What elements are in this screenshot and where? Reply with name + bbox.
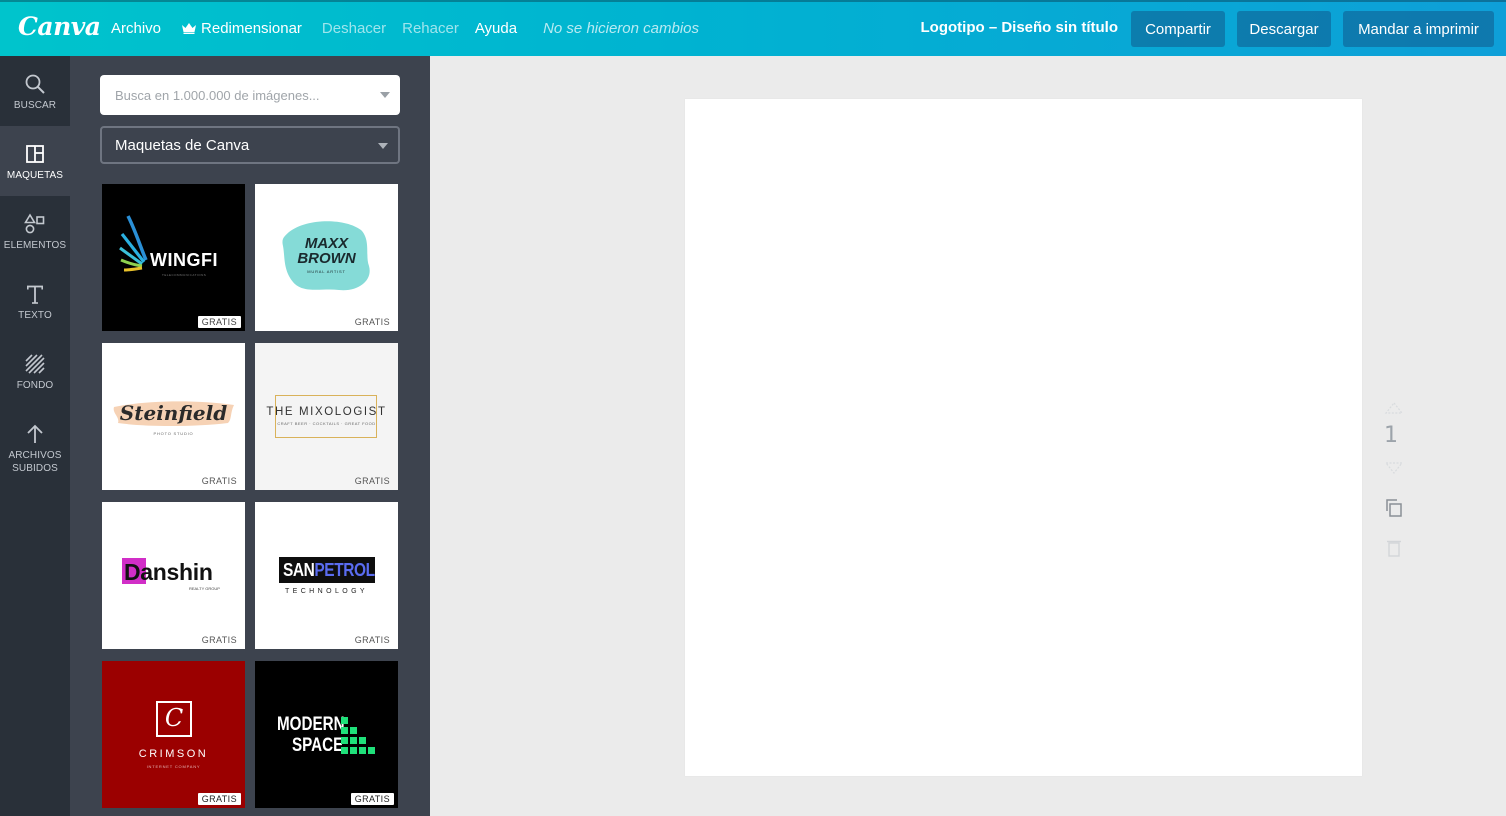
text-icon [26, 285, 44, 304]
image-search-input[interactable] [115, 87, 355, 103]
download-button[interactable]: Descargar [1237, 11, 1331, 47]
template-danshin[interactable]: Danshin REALTY GROUP GRATIS [102, 502, 245, 649]
template-wingfi[interactable]: WINGFI TELECOMMUNICATIONS GRATIS [102, 184, 245, 331]
free-badge: GRATIS [354, 476, 390, 486]
canva-logo[interactable]: Canva [18, 12, 101, 41]
template-mixologist[interactable]: THE MIXOLOGIST CRAFT BEER · COCKTAILS · … [255, 343, 398, 490]
menu-redimensionar[interactable]: Redimensionar [181, 20, 302, 37]
template-subtitle: TECHNOLOGY [284, 588, 368, 595]
share-button[interactable]: Compartir [1131, 11, 1225, 47]
template-title: Danshin [124, 559, 213, 585]
menu-deshacer[interactable]: Deshacer [322, 20, 386, 37]
menu-archivo[interactable]: Archivo [111, 20, 161, 37]
delete-page-icon[interactable] [1383, 537, 1405, 559]
template-subtitle: TELECOMMUNICATIONS [162, 273, 207, 277]
template-subtitle: CRAFT BEER · COCKTAILS · GREAT FOOD [277, 421, 376, 426]
category-select[interactable]: Maquetas de Canva [100, 126, 400, 164]
template-subtitle: REALTY GROUP [189, 586, 220, 591]
free-badge: GRATIS [350, 793, 394, 805]
green-blocks-art [341, 717, 375, 754]
side-rail: BUSCAR MAQUETAS ELEMENTOS TEXTO FONDO AR… [0, 56, 70, 816]
template-maxx-brown[interactable]: MAXX BROWN MURAL ARTIST GRATIS [255, 184, 398, 331]
rail-label-maquetas: MAQUETAS [6, 170, 64, 181]
chevron-down-icon [378, 143, 388, 149]
template-title: WINGFI [150, 250, 218, 270]
canvas-stage: 1 [430, 56, 1506, 816]
template-title-part1: SAN [283, 560, 315, 580]
search-icon [25, 74, 45, 94]
template-title-line2: BROWN [297, 250, 356, 267]
page-up-icon[interactable] [1382, 401, 1406, 415]
layout-icon [26, 145, 44, 163]
design-page[interactable] [685, 99, 1362, 776]
upload-icon [27, 424, 43, 443]
rail-item-fondo[interactable]: FONDO [0, 336, 70, 406]
template-subtitle: INTERNET COMPANY [146, 764, 201, 769]
template-title: MAXX [304, 235, 349, 252]
template-sanpetrol[interactable]: SANPETROL TECHNOLOGY GRATIS [255, 502, 398, 649]
rail-item-archivos-subidos[interactable]: ARCHIVOS SUBIDOS [0, 406, 70, 476]
page-down-icon[interactable] [1382, 461, 1406, 475]
free-badge: GRATIS [197, 316, 241, 328]
menu-rehacer[interactable]: Rehacer [402, 20, 459, 37]
free-badge: GRATIS [201, 635, 237, 645]
free-badge: GRATIS [197, 793, 241, 805]
free-badge: GRATIS [201, 476, 237, 486]
shapes-icon [24, 213, 45, 234]
free-badge: GRATIS [354, 317, 390, 327]
rail-label-archivos: ARCHIVOS [8, 450, 62, 461]
template-subtitle: PHOTO STUDIO [153, 431, 194, 436]
background-icon [25, 354, 45, 374]
rail-item-texto[interactable]: TEXTO [0, 266, 70, 336]
template-steinfield[interactable]: Steinfield PHOTO STUDIO GRATIS [102, 343, 245, 490]
template-title: Steinfield [119, 401, 228, 425]
rail-label-buscar: BUSCAR [13, 100, 57, 111]
rail-item-buscar[interactable]: BUSCAR [0, 56, 70, 126]
main-menu: Archivo Redimensionar Deshacer Rehacer A… [111, 0, 699, 56]
template-title-part2: PETROL [314, 560, 375, 580]
document-title[interactable]: Logotipo – Diseño sin título [921, 19, 1118, 36]
rail-item-elementos[interactable]: ELEMENTOS [0, 196, 70, 266]
rail-label-texto: TEXTO [18, 310, 52, 321]
template-subtitle: MURAL ARTIST [307, 269, 346, 274]
category-select-value: Maquetas de Canva [115, 136, 250, 154]
free-badge: GRATIS [354, 635, 390, 645]
print-button[interactable]: Mandar a imprimir [1343, 11, 1494, 47]
rail-label-fondo: FONDO [16, 380, 54, 391]
template-title: SANPETROL [283, 560, 375, 581]
template-title: CRIMSON [138, 748, 209, 760]
template-title: THE MIXOLOGIST [266, 406, 387, 418]
monogram-letter-icon: C [164, 704, 184, 732]
template-modern-space[interactable]: MODERN SPACE GRATIS [255, 661, 398, 808]
crown-icon [182, 23, 197, 34]
rail-item-maquetas[interactable]: MAQUETAS [0, 126, 70, 196]
menu-ayuda[interactable]: Ayuda [475, 20, 517, 37]
rail-label-elementos: ELEMENTOS [3, 240, 67, 251]
top-bar: Canva Archivo Redimensionar Deshacer Reh… [0, 0, 1506, 56]
templates-panel: Maquetas de Canva WINGFI TELECOMMUNICATI… [70, 56, 430, 816]
page-number: 1 [1384, 423, 1398, 448]
duplicate-page-icon[interactable] [1383, 497, 1405, 519]
image-search[interactable] [100, 75, 400, 115]
save-status: No se hicieron cambios [543, 19, 699, 37]
template-crimson[interactable]: C CRIMSON INTERNET COMPANY GRATIS [102, 661, 245, 808]
chevron-down-icon[interactable] [380, 92, 390, 98]
rail-label-subidos: SUBIDOS [12, 463, 58, 474]
monogram-frame: C [156, 701, 192, 737]
menu-redimensionar-label: Redimensionar [201, 19, 302, 37]
